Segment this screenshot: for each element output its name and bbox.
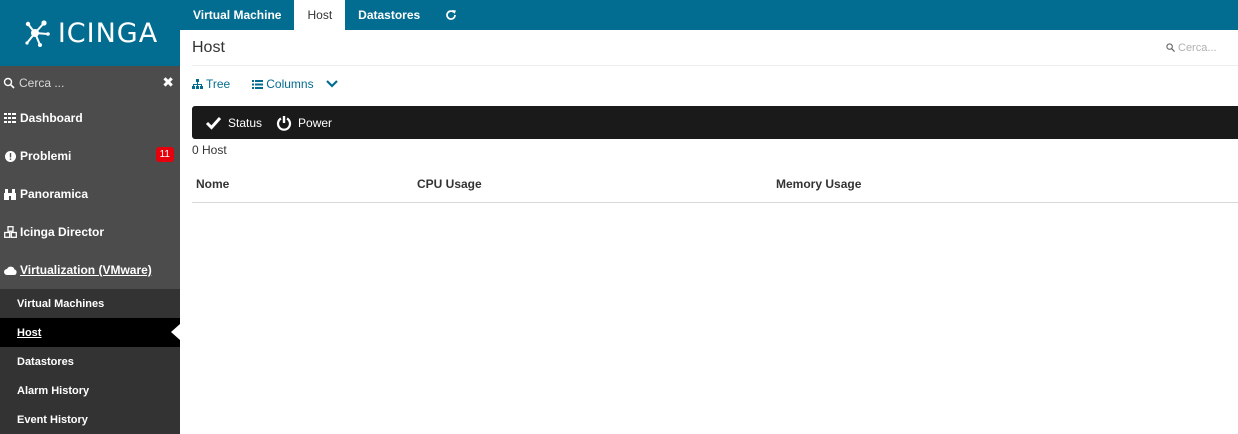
sidebar-subitem-virtual-machines[interactable]: Virtual Machines — [0, 289, 180, 318]
logo[interactable]: ICINGA — [0, 0, 180, 66]
sidebar-search[interactable]: Cerca ... ✖ — [0, 66, 180, 99]
cubes-icon — [3, 226, 17, 238]
logo-text: ICINGA — [57, 17, 159, 49]
tab-bar: Virtual Machine Host Datastores — [180, 0, 1238, 30]
columns-toggle[interactable]: Columns — [252, 77, 338, 91]
column-header-cpu-usage[interactable]: CPU Usage — [413, 177, 772, 191]
subitem-label: Alarm History — [17, 384, 90, 397]
power-button[interactable]: Power — [276, 115, 332, 131]
tree-toggle[interactable]: Tree — [192, 77, 230, 91]
search-input[interactable]: Cerca ... — [19, 76, 162, 90]
refresh-icon — [446, 10, 457, 20]
table-header: Nome CPU Usage Memory Usage — [192, 165, 1238, 203]
grid-icon — [3, 113, 17, 123]
sidebar-item-label: Icinga Director — [20, 225, 105, 239]
columns-label: Columns — [266, 77, 314, 91]
clear-search-button[interactable]: ✖ — [162, 74, 174, 91]
action-bar: Status Power — [192, 106, 1238, 139]
power-label: Power — [298, 115, 333, 130]
status-label: Status — [228, 115, 263, 130]
result-count: 0 Host — [192, 143, 227, 157]
sidebar: ICINGA Cerca ... ✖ Dashboard Problemi 11 — [0, 0, 180, 434]
page-title: Host — [192, 38, 225, 56]
sidebar-item-label: Dashboard — [20, 111, 83, 125]
content-search[interactable]: Cerca... — [1166, 42, 1238, 54]
tree-label: Tree — [206, 77, 231, 91]
power-icon — [276, 115, 292, 131]
sidebar-subitem-alarm-history[interactable]: Alarm History — [0, 376, 180, 405]
cloud-icon — [3, 266, 17, 275]
chevron-down-icon[interactable] — [325, 79, 339, 89]
title-row: Host Cerca... — [192, 30, 1238, 66]
problem-count-badge: 11 — [155, 147, 174, 162]
check-icon — [205, 116, 222, 130]
subitem-label: Virtual Machines — [17, 297, 105, 310]
subitem-label: Datastores — [17, 355, 74, 368]
main-nav: Dashboard Problemi 11 Panoramica Icinga … — [0, 99, 180, 289]
search-icon — [1166, 43, 1175, 52]
sidebar-subitem-event-history[interactable]: Event History — [0, 405, 180, 434]
sidebar-item-label: Virtualization (VMware) — [20, 263, 152, 277]
tab-virtual-machine[interactable]: Virtual Machine — [180, 0, 294, 30]
sidebar-item-panoramica[interactable]: Panoramica — [0, 175, 180, 213]
view-controls: Tree Columns — [192, 66, 1238, 102]
tab-datastores[interactable]: Datastores — [345, 0, 433, 30]
sidebar-subitem-datastores[interactable]: Datastores — [0, 347, 180, 376]
sidebar-subitem-host[interactable]: Host — [0, 318, 180, 347]
sidebar-item-virtualization[interactable]: Virtualization (VMware) — [0, 251, 180, 289]
search-icon — [3, 77, 15, 89]
sidebar-item-icinga-director[interactable]: Icinga Director — [0, 213, 180, 251]
sidebar-item-label: Problemi — [20, 149, 72, 163]
alert-icon — [3, 150, 17, 162]
column-header-memory-usage[interactable]: Memory Usage — [772, 177, 861, 191]
list-icon — [252, 79, 264, 89]
content-search-input[interactable]: Cerca... — [1178, 42, 1217, 54]
status-button[interactable]: Status — [205, 116, 262, 130]
column-header-nome[interactable]: Nome — [192, 177, 413, 191]
virtualization-subnav: Virtual Machines Host Datastores Alarm H… — [0, 289, 180, 434]
sidebar-item-problemi[interactable]: Problemi 11 — [0, 137, 180, 175]
main-content: Host Cerca... Tree Columns Status Power — [192, 30, 1238, 203]
sidebar-item-dashboard[interactable]: Dashboard — [0, 99, 180, 137]
refresh-button[interactable] — [433, 0, 469, 30]
subitem-label: Event History — [17, 413, 88, 426]
sidebar-item-label: Panoramica — [20, 187, 89, 201]
tab-host[interactable]: Host — [294, 0, 346, 30]
binoculars-icon — [3, 188, 17, 200]
sitemap-icon — [192, 79, 203, 89]
subitem-label: Host — [17, 326, 42, 339]
icinga-logo-icon — [25, 20, 50, 47]
